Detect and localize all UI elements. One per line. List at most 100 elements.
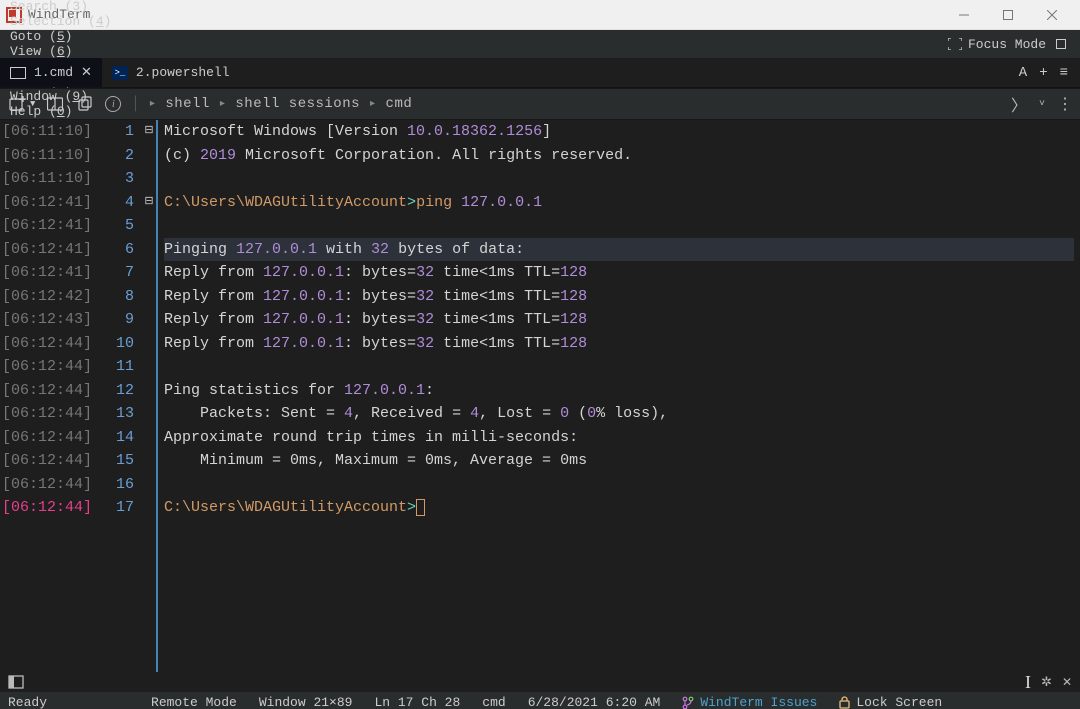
status-shell: cmd: [482, 695, 505, 709]
chevron-down-icon[interactable]: ˅: [1039, 99, 1045, 110]
git-branch-icon: [682, 696, 694, 709]
terminal-line[interactable]: [164, 214, 1080, 238]
fold-toggle[interactable]: ⊟: [142, 191, 156, 215]
lineno: 8: [100, 285, 134, 309]
status-datetime: 6/28/2021 6:20 AM: [528, 695, 661, 709]
status-ready: Ready: [8, 695, 47, 709]
status-position: Ln 17 Ch 28: [374, 695, 460, 709]
info-icon[interactable]: i: [105, 96, 121, 112]
terminal-line[interactable]: Approximate round trip times in milli-se…: [164, 426, 1080, 450]
powershell-icon: >_: [112, 66, 128, 80]
focus-mode-icon: [948, 38, 962, 50]
dropdown-caret-icon[interactable]: ▼: [30, 99, 35, 109]
terminal-line[interactable]: Packets: Sent = 4, Received = 4, Lost = …: [164, 402, 1080, 426]
timestamp: [06:12:42]: [2, 285, 100, 309]
lineno: 13: [100, 402, 134, 426]
terminal-line[interactable]: Pinging 127.0.0.1 with 32 bytes of data:: [164, 238, 1074, 262]
breadcrumb-segment[interactable]: shell sessions: [235, 96, 360, 112]
timestamp: [06:11:10]: [2, 144, 100, 168]
fold-toggle: [142, 308, 156, 332]
chevron-right-icon: ▸: [370, 98, 376, 110]
chevron-right-icon: ▸: [150, 98, 156, 110]
panel-icon[interactable]: [8, 675, 24, 689]
new-tab-button[interactable]: +: [1039, 65, 1047, 81]
terminal-line[interactable]: Reply from 127.0.0.1: bytes=32 time<1ms …: [164, 261, 1080, 285]
lineno: 15: [100, 449, 134, 473]
terminal-line[interactable]: C:\Users\WDAGUtilityAccount>: [164, 496, 1080, 520]
lineno: 17: [100, 496, 134, 520]
fold-toggle[interactable]: ⊟: [142, 120, 156, 144]
breadcrumb-segment[interactable]: shell: [165, 96, 210, 112]
terminal-line[interactable]: Ping statistics for 127.0.0.1:: [164, 379, 1080, 403]
status-issues-link[interactable]: WindTerm Issues: [700, 695, 817, 709]
terminal-line[interactable]: Microsoft Windows [Version 10.0.18362.12…: [164, 120, 1080, 144]
util-bar: I ✲ ✕: [0, 672, 1080, 692]
fold-toggle: [142, 355, 156, 379]
lock-icon: [839, 696, 850, 709]
tab-2-powershell[interactable]: >_ 2.powershell: [102, 58, 240, 87]
terminal-editor[interactable]: [06:11:10][06:11:10][06:11:10][06:12:41]…: [0, 120, 1080, 672]
copy-icon[interactable]: [75, 94, 95, 114]
status-remote-mode[interactable]: Remote Mode: [151, 695, 237, 709]
lock-screen-button[interactable]: Lock Screen: [839, 695, 942, 709]
titlebar: WindTerm: [0, 0, 1080, 30]
split-icon[interactable]: [45, 94, 65, 114]
timestamp: [06:12:44]: [2, 355, 100, 379]
menu-search[interactable]: Search (3): [4, 0, 117, 14]
fold-toggle: [142, 473, 156, 497]
close-button[interactable]: [1030, 0, 1074, 30]
lineno: 5: [100, 214, 134, 238]
lineno: 3: [100, 167, 134, 191]
text-cursor-icon[interactable]: I: [1025, 672, 1031, 693]
tab-close-icon[interactable]: ✕: [81, 65, 92, 80]
tab-1-cmd[interactable]: 1.cmd ✕: [0, 58, 102, 87]
terminal-line[interactable]: [164, 355, 1080, 379]
lineno: 12: [100, 379, 134, 403]
terminal-line[interactable]: Minimum = 0ms, Maximum = 0ms, Average = …: [164, 449, 1080, 473]
breadcrumb-segment[interactable]: cmd: [386, 96, 413, 112]
breadcrumb-path: ▸ shell ▸ shell sessions ▸ cmd: [150, 96, 412, 112]
forward-icon[interactable]: 〉: [1011, 92, 1027, 116]
lineno: 2: [100, 144, 134, 168]
fold-toggle: [142, 214, 156, 238]
timestamp: [06:12:41]: [2, 191, 100, 215]
menu-selection[interactable]: Selection (4): [4, 14, 117, 29]
close-panel-icon[interactable]: ✕: [1062, 675, 1072, 690]
tab-menu-button[interactable]: ≡: [1060, 65, 1068, 81]
breadcrumb-bar: ▼ i │ ▸ shell ▸ shell sessions ▸ cmd 〉 ˅…: [0, 88, 1080, 120]
terminal-line[interactable]: Reply from 127.0.0.1: bytes=32 time<1ms …: [164, 308, 1080, 332]
menu-goto[interactable]: Goto (5): [4, 29, 117, 44]
tab-label: 2.powershell: [136, 65, 230, 80]
gear-icon[interactable]: ✲: [1041, 675, 1052, 690]
more-icon[interactable]: ⋮: [1057, 94, 1072, 114]
terminal-line[interactable]: [164, 473, 1080, 497]
fold-toggle: [142, 167, 156, 191]
tab-label: 1.cmd: [34, 65, 73, 80]
fold-gutter: ⊟⊟: [142, 120, 156, 672]
terminal-line[interactable]: Reply from 127.0.0.1: bytes=32 time<1ms …: [164, 332, 1080, 356]
status-bar: Ready Remote Mode Window 21×89 Ln 17 Ch …: [0, 692, 1080, 709]
fold-toggle: [142, 496, 156, 520]
timestamp-gutter: [06:11:10][06:11:10][06:11:10][06:12:41]…: [0, 120, 100, 672]
focus-mode-button[interactable]: Focus Mode: [938, 37, 1076, 52]
maximize-button[interactable]: [986, 0, 1030, 30]
terminal-line[interactable]: C:\Users\WDAGUtilityAccount>ping 127.0.0…: [164, 191, 1080, 215]
lineno: 7: [100, 261, 134, 285]
terminal-line[interactable]: (c) 2019 Microsoft Corporation. All righ…: [164, 144, 1080, 168]
minimize-button[interactable]: [942, 0, 986, 30]
lineno: 1: [100, 120, 134, 144]
new-window-icon[interactable]: [8, 94, 28, 114]
timestamp: [06:12:41]: [2, 214, 100, 238]
terminal-line[interactable]: Reply from 127.0.0.1: bytes=32 time<1ms …: [164, 285, 1080, 309]
fold-toggle: [142, 332, 156, 356]
menu-view[interactable]: View (6): [4, 44, 117, 59]
font-size-button[interactable]: A: [1019, 65, 1027, 81]
lineno: 10: [100, 332, 134, 356]
fold-toggle: [142, 238, 156, 262]
fold-toggle: [142, 379, 156, 403]
focus-mode-box-icon: [1056, 39, 1066, 49]
timestamp: [06:11:10]: [2, 167, 100, 191]
terminal-content[interactable]: Microsoft Windows [Version 10.0.18362.12…: [156, 120, 1080, 672]
lock-screen-label: Lock Screen: [856, 695, 942, 709]
terminal-line[interactable]: [164, 167, 1080, 191]
